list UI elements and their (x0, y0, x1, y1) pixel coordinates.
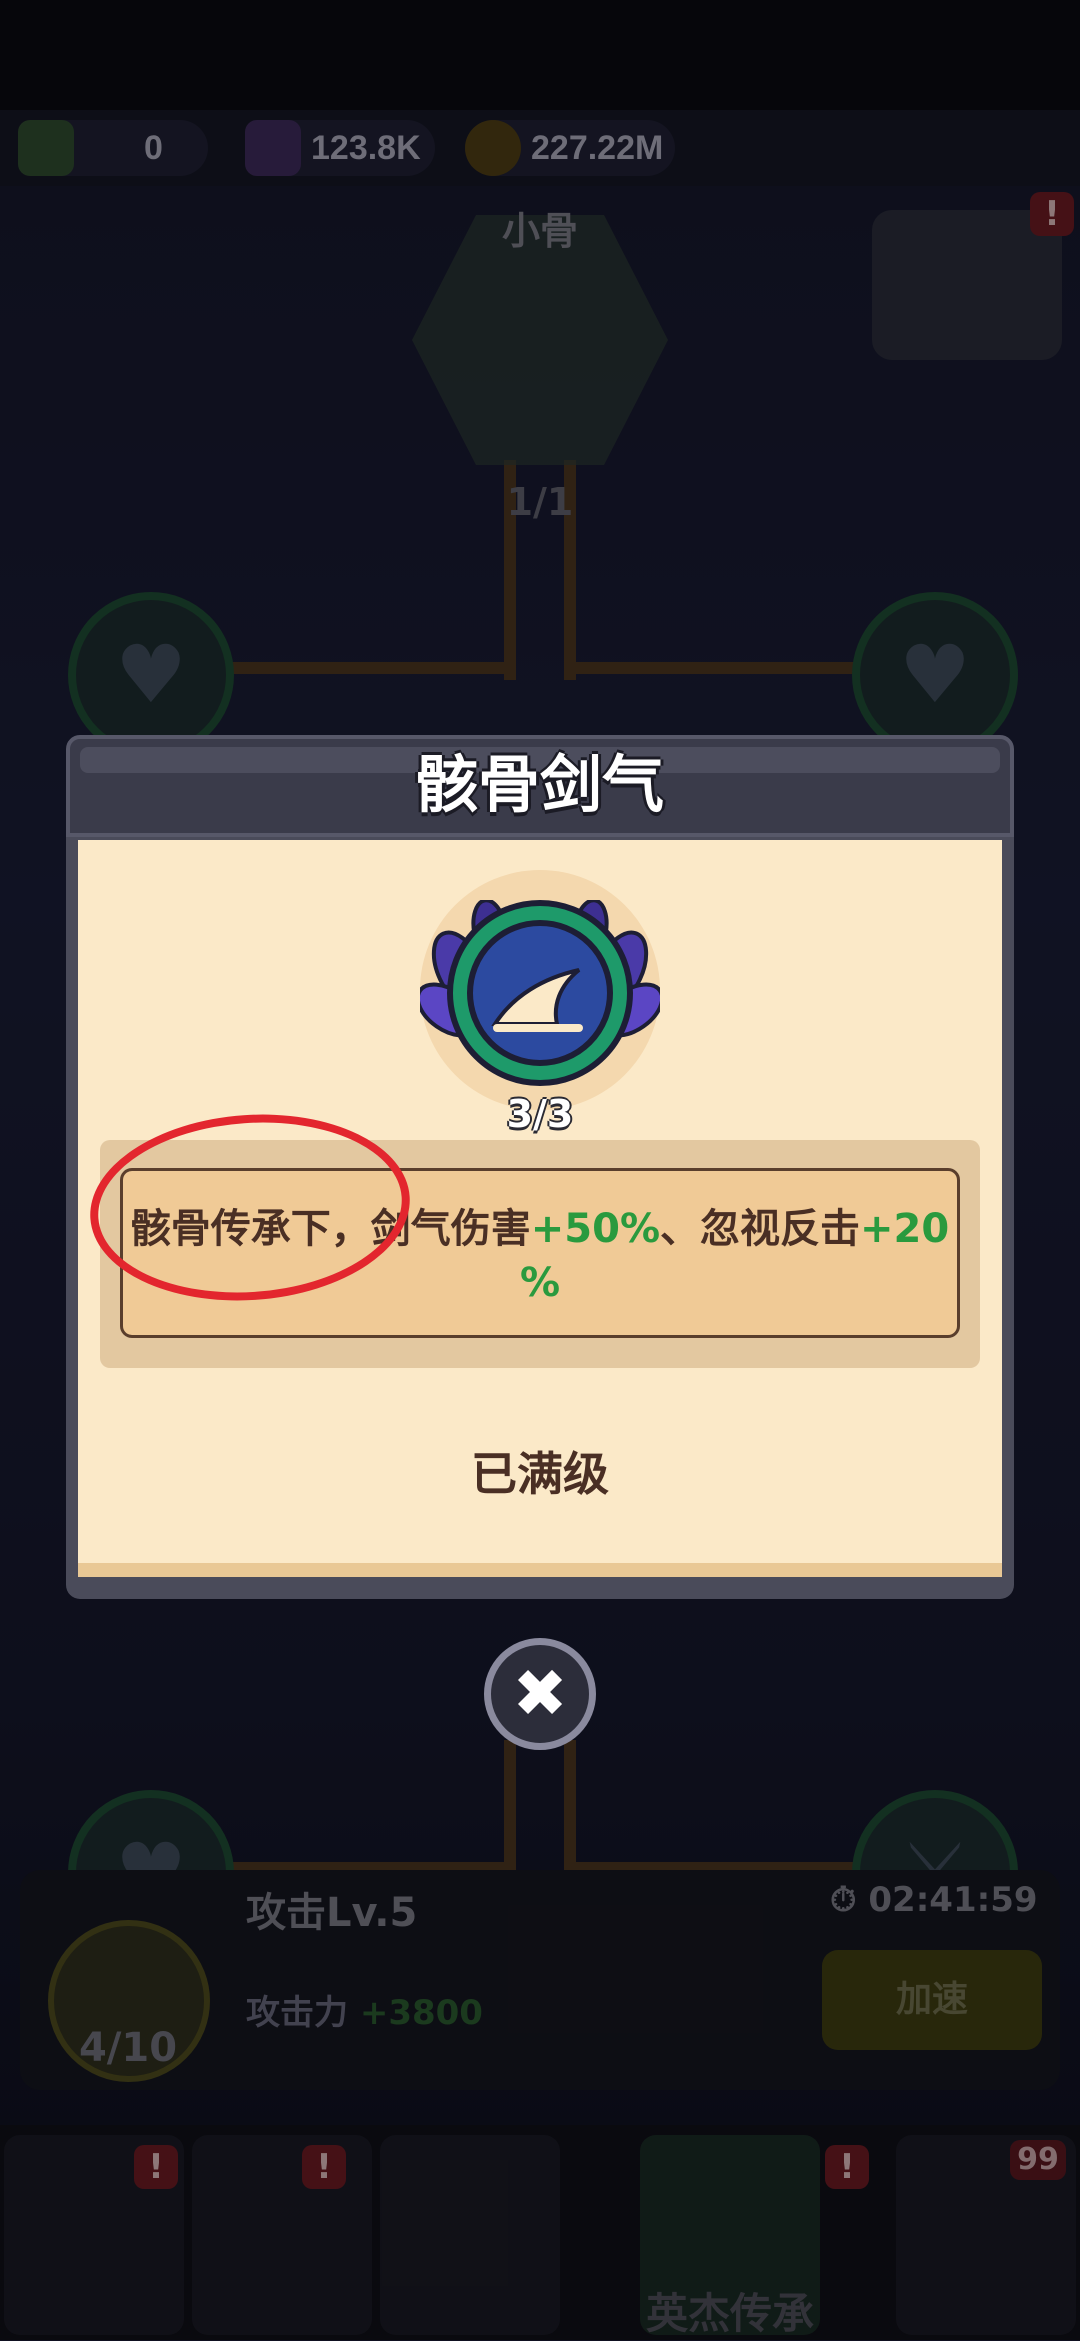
damage-bonus: +50% (530, 1206, 661, 1252)
dialog-title: 骸骨剑气 (415, 748, 664, 821)
percent-sign: % (519, 1260, 561, 1306)
sword-wave-icon (467, 920, 613, 1066)
description-text-2: 、忽视反击 (660, 1206, 861, 1252)
skill-level: 3/3 (506, 1092, 574, 1136)
paper-edge (78, 1563, 1002, 1577)
max-level-status: 已满级 (471, 1447, 609, 1501)
counter-ignore-bonus: +20 (860, 1206, 950, 1252)
close-button[interactable]: ✖ (484, 1638, 596, 1750)
close-icon: ✖ (512, 1655, 568, 1732)
